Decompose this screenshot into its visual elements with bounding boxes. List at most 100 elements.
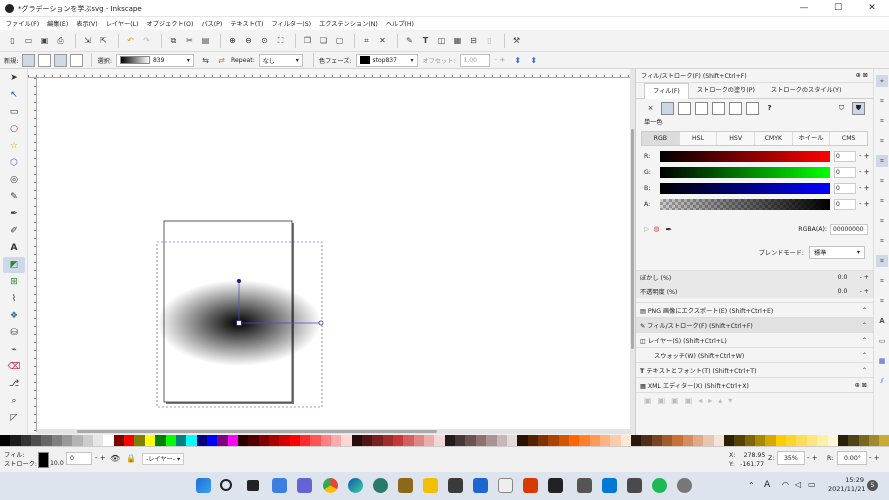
palette-swatch[interactable] (186, 435, 197, 446)
color-mode-wheel[interactable]: ホイール (792, 132, 831, 145)
edge-icon[interactable] (348, 478, 363, 493)
lower-node-icon[interactable]: ▾ (728, 396, 732, 405)
chevron-up-icon[interactable]: ⌃ (748, 481, 755, 490)
spotify-icon[interactable] (652, 478, 667, 493)
spray-tool-icon[interactable]: ❖ (3, 308, 25, 324)
color-mode-cms[interactable]: CMS (830, 132, 868, 145)
export-icon[interactable]: ⇱ (97, 34, 110, 47)
green-value[interactable]: 0 (834, 166, 856, 178)
task-view-icon[interactable] (247, 480, 259, 491)
globe-app-icon[interactable] (373, 478, 388, 493)
radial-gradient-button[interactable] (38, 53, 52, 67)
menu-text[interactable]: テキスト(T) (230, 19, 263, 28)
clone-icon[interactable]: ❏ (317, 34, 330, 47)
palette-swatch[interactable] (796, 435, 807, 446)
snap-smooth-icon[interactable]: ⌗ (876, 235, 888, 247)
palette-swatch[interactable] (744, 435, 756, 446)
alpha-value[interactable]: 0 (834, 198, 856, 210)
linear-gradient-fill-button[interactable] (678, 101, 691, 115)
palette-swatch[interactable] (403, 435, 414, 446)
palette-swatch[interactable] (475, 435, 487, 446)
snap-bbox-edge-icon[interactable]: ⌗ (876, 115, 888, 127)
palette-swatch[interactable] (155, 435, 166, 446)
palette-swatch[interactable] (599, 435, 611, 446)
snap-cusp-icon[interactable]: ⌗ (876, 215, 888, 227)
dock-controls[interactable]: ⊕ ⊠ (856, 72, 868, 79)
dock-item-fill-stroke[interactable]: ✎ フィル/ストローク(F) (Shift+Ctrl+F) ⌃ (636, 317, 873, 332)
palette-swatch[interactable] (662, 435, 673, 446)
menu-view[interactable]: 表示(V) (76, 19, 97, 28)
gradient-center-handle[interactable] (236, 320, 242, 326)
palette-swatch[interactable] (837, 435, 849, 446)
palette-swatch[interactable] (351, 435, 363, 446)
palette-swatch[interactable] (134, 435, 145, 446)
measure-tool-icon[interactable]: ◸ (3, 410, 25, 426)
maximize-button[interactable]: ☐ (821, 0, 855, 17)
tab-stroke-paint[interactable]: ストロークの塗り(P) (689, 83, 763, 99)
palette-swatch[interactable] (755, 435, 766, 446)
store-icon[interactable] (448, 478, 463, 493)
mail-icon[interactable] (473, 478, 488, 493)
horizontal-ruler[interactable] (28, 69, 630, 78)
notification-badge[interactable]: 5 (867, 480, 878, 491)
tweak-tool-icon[interactable]: ⌁ (3, 342, 25, 358)
palette-swatch[interactable] (72, 435, 83, 446)
palette-swatch[interactable] (289, 435, 300, 446)
palette-swatch[interactable] (527, 435, 538, 446)
snap-guide-icon[interactable]: ⫽ (876, 375, 888, 387)
horizontal-scrollbar[interactable] (37, 429, 630, 434)
palette-swatch[interactable] (31, 435, 42, 446)
palette-swatch[interactable] (393, 435, 404, 446)
search-icon[interactable] (220, 479, 232, 491)
palette-swatch[interactable] (62, 435, 73, 446)
palette-swatch[interactable] (806, 435, 818, 446)
palette-swatch[interactable] (682, 435, 694, 446)
dock-item-swatches[interactable]: スウォッチ(W) (Shift+Ctrl+W) ⌃ (636, 347, 873, 362)
indent-icon[interactable]: ▸ (708, 396, 712, 405)
unindent-icon[interactable]: ◂ (698, 396, 702, 405)
palette-swatch[interactable] (724, 435, 735, 446)
layer-select[interactable]: -レイヤー- ▾ (142, 453, 185, 465)
star-tool-icon[interactable]: ☆ (3, 138, 25, 154)
palette-swatch[interactable] (299, 435, 311, 446)
palette-swatch[interactable] (113, 435, 125, 446)
rotate-stepper[interactable]: - + (869, 454, 880, 462)
reverse-gradient-icon[interactable]: ⇄ (215, 54, 228, 67)
palette-swatch[interactable] (765, 435, 776, 446)
zoom-drawing-icon[interactable]: ⊖ (242, 34, 255, 47)
red-stepper[interactable]: - + (859, 152, 870, 160)
vertical-ruler[interactable] (28, 78, 37, 432)
dock-item-xml-editor[interactable]: ▦ XML エディター(X) (Shift+Ctrl+X) ⊕ ⊠ (636, 377, 873, 392)
palette-swatch[interactable] (703, 435, 714, 446)
stroke-width[interactable]: 10.0 (50, 460, 64, 467)
swatch-fill-button[interactable] (746, 101, 759, 115)
color-picker-icon[interactable]: ✒ (666, 225, 673, 234)
color-mode-cmyk[interactable]: CMYK (755, 132, 793, 145)
red-slider[interactable] (660, 150, 830, 162)
snap-path-icon[interactable]: ⌗ (876, 175, 888, 187)
zoom-input[interactable]: 35% (777, 451, 805, 465)
dropper-tool-icon[interactable]: ⌇ (3, 291, 25, 307)
group-icon[interactable]: ⌗ (360, 34, 373, 47)
pencil-tool-icon[interactable]: ✎ (3, 189, 25, 205)
palette-swatch[interactable] (382, 435, 394, 446)
save-icon[interactable]: ▣ (38, 34, 51, 47)
volume-icon[interactable]: ◁ (795, 480, 801, 489)
snap-midpoint-icon[interactable]: ⌗ (876, 255, 888, 267)
zoom-stepper[interactable]: - + (807, 454, 818, 462)
palette-swatch[interactable] (248, 435, 259, 446)
palette-swatch[interactable] (693, 435, 704, 446)
palette-swatch[interactable] (558, 435, 569, 446)
green-stepper[interactable]: - + (859, 168, 870, 176)
blur-stepper[interactable]: - + (860, 274, 869, 281)
palette-swatch[interactable] (144, 435, 156, 446)
media-icon[interactable] (627, 478, 642, 493)
palette-swatch[interactable] (217, 435, 228, 446)
tab-stroke-style[interactable]: ストロークのスタイル(Y) (763, 83, 849, 99)
radial-gradient-fill-button[interactable] (695, 101, 708, 115)
offset-stepper[interactable]: - + (495, 56, 506, 64)
palette-swatch[interactable] (868, 435, 880, 446)
rgba-input[interactable]: 00000000 (830, 223, 868, 235)
palette-swatch[interactable] (165, 435, 176, 446)
3d-box-tool-icon[interactable]: ⬡ (3, 155, 25, 171)
